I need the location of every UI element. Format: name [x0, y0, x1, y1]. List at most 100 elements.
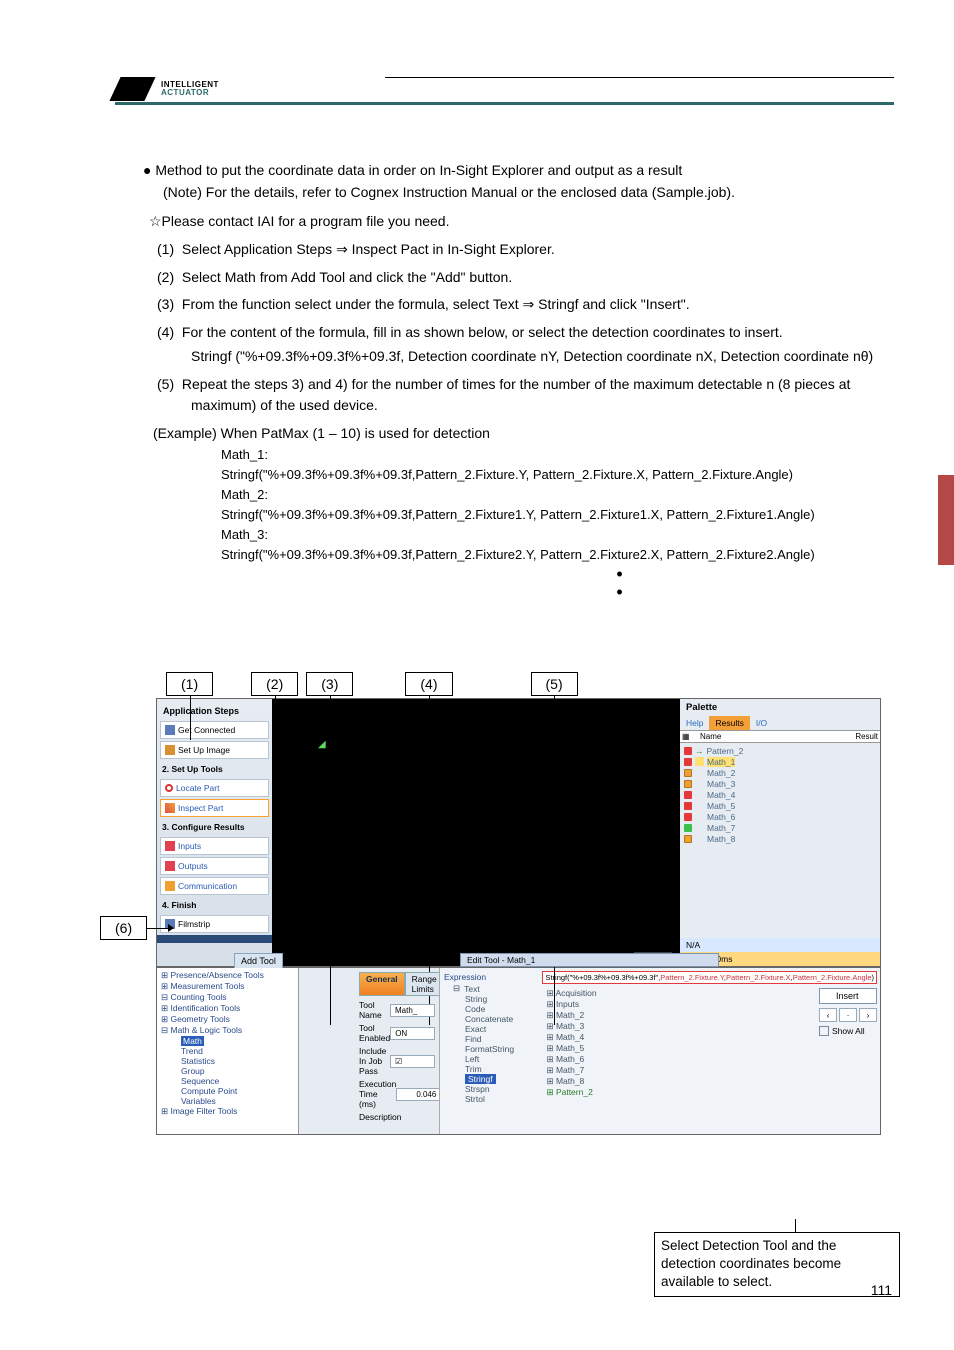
func-find[interactable]: Find: [443, 1034, 536, 1044]
get-connected-label: Get Connected: [178, 725, 235, 735]
nav-left-button[interactable]: ‹: [819, 1008, 837, 1022]
tab-range-limits[interactable]: Range Limits: [405, 972, 444, 996]
func-trim[interactable]: Trim: [443, 1064, 536, 1074]
status-led-icon: [684, 758, 692, 766]
tab-help[interactable]: Help: [680, 716, 709, 730]
result-math6[interactable]: Math_6: [684, 811, 876, 822]
inspect-part-label: Inspect Part: [178, 803, 223, 813]
result-math1[interactable]: Math_1: [684, 756, 876, 767]
tab-io[interactable]: I/O: [750, 716, 773, 730]
logo-mark: [109, 77, 160, 101]
row-locate-part[interactable]: Locate Part: [160, 779, 269, 797]
expression-input[interactable]: Stringf("%+09.3f%+09.3f%+09.3f",Pattern_…: [542, 971, 877, 984]
arg-inputs[interactable]: ⊞ Inputs: [542, 999, 813, 1010]
row-inputs[interactable]: Inputs: [160, 837, 269, 855]
result-pattern2[interactable]: →Pattern_2: [684, 745, 876, 756]
callout-2-text: (2): [266, 676, 283, 692]
comm-icon: [165, 881, 175, 891]
row-outputs[interactable]: Outputs: [160, 857, 269, 875]
example-label: (Example) When PatMax (1 – 10) is used f…: [115, 423, 894, 445]
arg-math2[interactable]: ⊞ Math_2: [542, 1010, 813, 1021]
desc-textarea[interactable]: [359, 1125, 435, 1163]
tree-group[interactable]: Group: [159, 1066, 296, 1076]
row-inspect-part[interactable]: Inspect Part: [160, 799, 269, 817]
tree-presence[interactable]: ⊞ Presence/Absence Tools: [159, 970, 296, 981]
tree-counting[interactable]: ⊟ Counting Tools: [159, 992, 296, 1003]
checkbox-icon: [819, 1026, 829, 1036]
func-formatstring[interactable]: FormatString: [443, 1044, 536, 1054]
result-math8[interactable]: Math_8: [684, 833, 876, 844]
arg-math4[interactable]: ⊞ Math_4: [542, 1032, 813, 1043]
general-column: General Range Limits Tool NameMath_ Tool…: [299, 968, 439, 1134]
func-left[interactable]: Left: [443, 1054, 536, 1064]
arg-math7[interactable]: ⊞ Math_7: [542, 1065, 813, 1076]
tool-enabled-value[interactable]: ON: [390, 1027, 435, 1040]
result-math5[interactable]: Math_5: [684, 800, 876, 811]
callout-1-text: (1): [181, 676, 198, 692]
tree-trend[interactable]: Trend: [159, 1046, 296, 1056]
tree-statistics[interactable]: Statistics: [159, 1056, 296, 1066]
arg-m6-label: Math_6: [556, 1054, 584, 1064]
result-math2[interactable]: Math_2: [684, 767, 876, 778]
callout-3-text: (3): [321, 676, 338, 692]
status-led-icon: [684, 791, 692, 799]
include-checkbox[interactable]: ☑: [390, 1055, 435, 1068]
func-exact[interactable]: Exact: [443, 1024, 536, 1034]
inputs-icon: [165, 841, 175, 851]
callout-5-text: (5): [546, 676, 563, 692]
math-icon: [695, 779, 704, 788]
func-code[interactable]: Code: [443, 1004, 536, 1014]
callout-5: (5): [531, 672, 578, 696]
tree-identification[interactable]: ⊞ Identification Tools: [159, 1003, 296, 1014]
status-led-icon: [684, 769, 692, 777]
nav-right-button[interactable]: ›: [859, 1008, 877, 1022]
tab-general[interactable]: General: [359, 972, 405, 996]
arg-acquisition[interactable]: ⊞ Acquisition: [542, 988, 813, 999]
status-led-icon: [684, 813, 692, 821]
nav-mid-button[interactable]: ·: [839, 1008, 857, 1022]
callout-4: (4): [405, 672, 452, 696]
func-text[interactable]: ⊟ Text: [443, 983, 536, 994]
tab-results[interactable]: Results: [709, 716, 749, 730]
tree-node-math[interactable]: Math: [159, 1036, 296, 1046]
callout-3: (3): [306, 672, 353, 696]
result-math3[interactable]: Math_3: [684, 778, 876, 789]
arg-math8[interactable]: ⊞ Math_8: [542, 1076, 813, 1087]
intro-bullet: ● Method to put the coordinate data in o…: [135, 160, 894, 182]
image-canvas[interactable]: ◢ Offline: [272, 699, 680, 966]
filmstrip-label: Filmstrip: [178, 919, 210, 929]
step-3: (3) From the function select under the f…: [115, 294, 894, 316]
result-math4[interactable]: Math_4: [684, 789, 876, 800]
tree-sequence[interactable]: Sequence: [159, 1076, 296, 1086]
tool-name-value[interactable]: Math_: [390, 1004, 435, 1017]
step-4-text: For the content of the formula, fill in …: [182, 324, 783, 340]
insert-button[interactable]: Insert: [819, 988, 877, 1004]
row-filmstrip[interactable]: Filmstrip: [160, 915, 269, 933]
row-communication[interactable]: Communication: [160, 877, 269, 895]
func-strtol[interactable]: Strtol: [443, 1094, 536, 1104]
result-math7[interactable]: Math_7: [684, 822, 876, 833]
tree-variables[interactable]: Variables: [159, 1096, 296, 1106]
row-get-connected[interactable]: Get Connected: [160, 721, 269, 739]
tree-measurement[interactable]: ⊞ Measurement Tools: [159, 981, 296, 992]
math-1-expr: Stringf("%+09.3f%+09.3f%+09.3f,Pattern_2…: [221, 465, 894, 485]
func-stringf-row[interactable]: Stringf: [443, 1074, 536, 1084]
locate-part-label: Locate Part: [176, 783, 219, 793]
arg-math6[interactable]: ⊞ Math_6: [542, 1054, 813, 1065]
tree-image-filter[interactable]: ⊞ Image Filter Tools: [159, 1106, 296, 1117]
func-concat[interactable]: Concatenate: [443, 1014, 536, 1024]
func-string[interactable]: String: [443, 994, 536, 1004]
row-setup-image[interactable]: Set Up Image: [160, 741, 269, 759]
arg-math3[interactable]: ⊞ Math_3: [542, 1021, 813, 1032]
tree-geometry[interactable]: ⊞ Geometry Tools: [159, 1014, 296, 1025]
arg-math5[interactable]: ⊞ Math_5: [542, 1043, 813, 1054]
step-2-text: Select Math from Add Tool and click the …: [182, 269, 512, 285]
show-all-row[interactable]: Show All: [819, 1026, 877, 1036]
tree-math-logic[interactable]: ⊟ Math & Logic Tools: [159, 1025, 296, 1036]
add-tool-tab[interactable]: Add Tool: [234, 953, 283, 969]
func-strspn[interactable]: Strspn: [443, 1084, 536, 1094]
arg-pattern2[interactable]: ⊞ Pattern_2: [542, 1087, 813, 1098]
tool-name-label: Tool Name: [359, 1000, 390, 1020]
arg-pattern2-label: Pattern_2: [556, 1087, 593, 1097]
tree-compute-point[interactable]: Compute Point: [159, 1086, 296, 1096]
